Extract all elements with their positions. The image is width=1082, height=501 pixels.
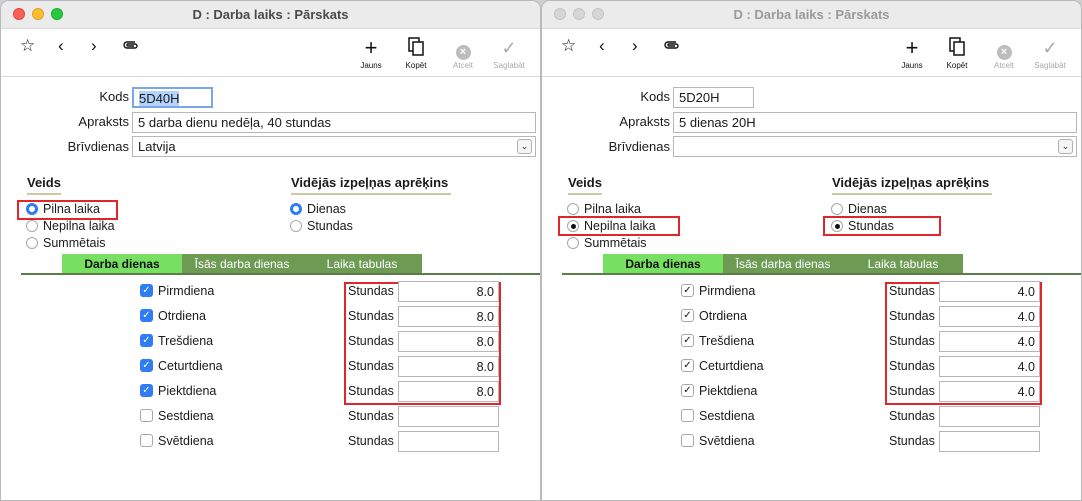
star-icon[interactable]: ☆ xyxy=(20,37,35,55)
hours-input-otrdiena[interactable]: 4.0 xyxy=(939,306,1040,327)
toolbar: ☆ ‹ › + Jauns Kopēt × Atcelt ✓ Saglabāt xyxy=(542,29,1081,77)
radio-summetais[interactable]: Summētais xyxy=(567,235,647,251)
back-chevron-icon[interactable]: ‹ xyxy=(599,37,605,55)
hours-input-svetdiena[interactable] xyxy=(939,431,1040,452)
hours-input-pirmdiena[interactable]: 8.0 xyxy=(398,281,499,302)
day-checkbox-ceturtdiena[interactable]: ✓ Ceturtdiena xyxy=(681,358,764,374)
day-checkbox-otrdiena[interactable]: ✓ Otrdiena xyxy=(140,308,206,324)
title-bar: D : Darba laiks : Pārskats xyxy=(1,1,540,29)
title-bar: D : Darba laiks : Pārskats xyxy=(542,1,1081,29)
avg-heading: Vidējās izpeļņas aprēķins xyxy=(291,175,451,195)
tab-isas-darba-dienas[interactable]: Īsās darba dienas xyxy=(723,254,843,274)
brivdienas-label: Brīvdienas xyxy=(67,139,129,154)
copy-icon xyxy=(396,37,436,59)
checkmark-icon: ✓ xyxy=(1042,38,1058,58)
day-checkbox-sestdiena[interactable]: Sestdiena xyxy=(140,408,214,424)
brivdienas-select[interactable]: ⌄ xyxy=(673,136,1077,157)
star-icon[interactable]: ☆ xyxy=(561,37,576,55)
copy-icon xyxy=(937,37,977,59)
radio-summetais[interactable]: Summētais xyxy=(26,235,106,251)
paperclip-icon[interactable] xyxy=(663,37,680,55)
brivdienas-label: Brīvdienas xyxy=(608,139,670,154)
hours-input-piektdiena[interactable]: 8.0 xyxy=(398,381,499,402)
save-button[interactable]: ✓ Saglabāt xyxy=(1030,37,1070,70)
tab-darba-dienas[interactable]: Darba dienas xyxy=(603,254,723,274)
hours-input-piektdiena[interactable]: 4.0 xyxy=(939,381,1040,402)
cancel-circle-icon: × xyxy=(443,37,483,60)
copy-button[interactable]: Kopēt xyxy=(396,37,436,70)
hours-input-ceturtdiena[interactable]: 8.0 xyxy=(398,356,499,377)
save-button[interactable]: ✓ Saglabāt xyxy=(489,37,529,70)
form-content: Kods 5D40H Apraksts 5 darba dienu nedēļa… xyxy=(1,78,540,500)
day-checkbox-piektdiena[interactable]: ✓ Piektdiena xyxy=(140,383,216,399)
paperclip-icon[interactable] xyxy=(122,37,139,55)
tab-laika-tabulas[interactable]: Laika tabulas xyxy=(302,254,422,274)
chevron-down-icon: ⌄ xyxy=(1058,139,1073,154)
radio-dienas[interactable]: Dienas xyxy=(831,201,887,217)
day-checkbox-otrdiena[interactable]: ✓ Otrdiena xyxy=(681,308,747,324)
back-chevron-icon[interactable]: ‹ xyxy=(58,37,64,55)
kods-input[interactable]: 5D40H xyxy=(132,87,213,108)
plus-icon: + xyxy=(905,35,919,60)
radio-pilna-laika[interactable]: Pilna laika xyxy=(567,201,641,217)
cancel-button[interactable]: × Atcelt xyxy=(984,37,1024,70)
forward-chevron-icon[interactable]: › xyxy=(91,37,97,55)
avg-heading: Vidējās izpeļņas aprēķins xyxy=(832,175,992,195)
apraksts-input[interactable]: 5 darba dienu nedēļa, 40 stundas xyxy=(132,112,536,133)
day-checkbox-svetdiena[interactable]: Svētdiena xyxy=(681,433,755,449)
apraksts-label: Apraksts xyxy=(78,114,129,129)
window-right: D : Darba laiks : Pārskats ☆ ‹ › + Jauns… xyxy=(541,0,1082,501)
day-checkbox-ceturtdiena[interactable]: ✓ Ceturtdiena xyxy=(140,358,223,374)
new-button[interactable]: + Jauns xyxy=(892,35,932,71)
day-checkbox-piektdiena[interactable]: ✓ Piektdiena xyxy=(681,383,757,399)
form-content: Kods 5D20H Apraksts 5 dienas 20H Brīvdie… xyxy=(542,78,1081,500)
forward-chevron-icon[interactable]: › xyxy=(632,37,638,55)
hours-input-tresdiena[interactable]: 8.0 xyxy=(398,331,499,352)
cancel-circle-icon: × xyxy=(984,37,1024,60)
apraksts-input[interactable]: 5 dienas 20H xyxy=(673,112,1077,133)
kods-label: Kods xyxy=(99,89,129,104)
apraksts-label: Apraksts xyxy=(619,114,670,129)
hours-input-tresdiena[interactable]: 4.0 xyxy=(939,331,1040,352)
brivdienas-select[interactable]: Latvija ⌄ xyxy=(132,136,536,157)
veids-heading: Veids xyxy=(27,175,61,195)
day-checkbox-tresdiena[interactable]: ✓ Trešdiena xyxy=(681,333,754,349)
kods-input[interactable]: 5D20H xyxy=(673,87,754,108)
checkmark-icon: ✓ xyxy=(501,38,517,58)
day-checkbox-svetdiena[interactable]: Svētdiena xyxy=(140,433,214,449)
day-checkbox-sestdiena[interactable]: Sestdiena xyxy=(681,408,755,424)
day-checkbox-pirmdiena[interactable]: ✓ Pirmdiena xyxy=(681,283,755,299)
tab-isas-darba-dienas[interactable]: Īsās darba dienas xyxy=(182,254,302,274)
chevron-down-icon: ⌄ xyxy=(517,139,532,154)
hours-input-ceturtdiena[interactable]: 4.0 xyxy=(939,356,1040,377)
toolbar: ☆ ‹ › + Jauns Kopēt × Atcelt ✓ Saglabāt xyxy=(1,29,540,77)
radio-nepilna-laika[interactable]: Nepilna laika xyxy=(26,218,115,234)
cancel-button[interactable]: × Atcelt xyxy=(443,37,483,70)
window-title: D : Darba laiks : Pārskats xyxy=(733,7,890,22)
radio-stundas[interactable]: Stundas xyxy=(290,218,353,234)
tab-laika-tabulas[interactable]: Laika tabulas xyxy=(843,254,963,274)
window-title: D : Darba laiks : Pārskats xyxy=(192,7,349,22)
kods-label: Kods xyxy=(640,89,670,104)
hours-input-svetdiena[interactable] xyxy=(398,431,499,452)
veids-heading: Veids xyxy=(568,175,602,195)
highlight-box xyxy=(558,216,680,236)
hours-input-otrdiena[interactable]: 8.0 xyxy=(398,306,499,327)
copy-button[interactable]: Kopēt xyxy=(937,37,977,70)
tab-darba-dienas[interactable]: Darba dienas xyxy=(62,254,182,274)
highlight-box xyxy=(17,200,118,220)
day-checkbox-tresdiena[interactable]: ✓ Trešdiena xyxy=(140,333,213,349)
day-checkbox-pirmdiena[interactable]: ✓ Pirmdiena xyxy=(140,283,214,299)
highlight-box xyxy=(823,216,941,236)
new-button[interactable]: + Jauns xyxy=(351,35,391,71)
radio-dienas[interactable]: Dienas xyxy=(290,201,346,217)
hours-input-pirmdiena[interactable]: 4.0 xyxy=(939,281,1040,302)
hours-input-sestdiena[interactable] xyxy=(939,406,1040,427)
hours-input-sestdiena[interactable] xyxy=(398,406,499,427)
window-left: D : Darba laiks : Pārskats ☆ ‹ › + Jauns… xyxy=(0,0,541,501)
plus-icon: + xyxy=(364,35,378,60)
